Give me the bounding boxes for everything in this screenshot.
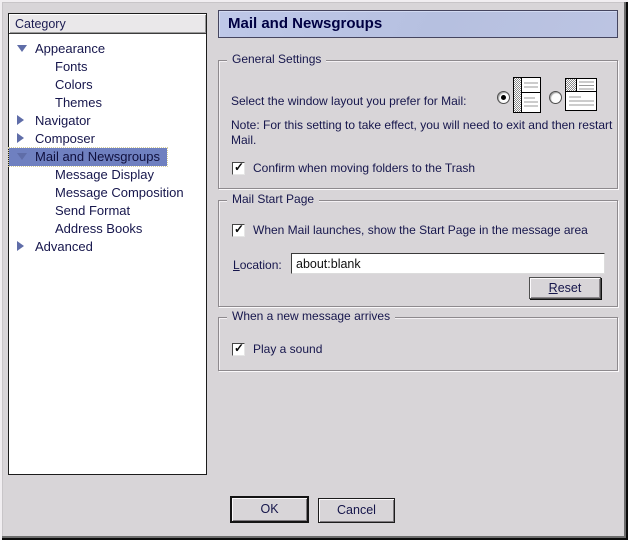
new-message-group: When a new message arrives ✓ Play a soun… (218, 317, 618, 371)
twisty-collapsed-icon[interactable] (17, 132, 29, 144)
category-panel: Category Appearance Fonts Colors Themes … (8, 13, 207, 475)
cancel-button[interactable]: Cancel (318, 498, 395, 523)
tree-item-message-composition[interactable]: Message Composition (9, 183, 206, 201)
tree-item-fonts[interactable]: Fonts (9, 57, 206, 75)
category-tree: Appearance Fonts Colors Themes Navigator… (9, 34, 206, 255)
horizontal-split-layout-icon[interactable] (565, 78, 597, 111)
tree-item-label: Message Display (55, 166, 154, 183)
tree-item-appearance[interactable]: Appearance (9, 39, 206, 57)
tree-item-address-books[interactable]: Address Books (9, 219, 206, 237)
show-start-page-label: When Mail launches, show the Start Page … (253, 223, 588, 237)
tree-item-label: Colors (55, 76, 93, 93)
layout-classic-radio[interactable] (549, 91, 562, 104)
vertical-split-layout-icon[interactable] (513, 77, 541, 113)
tree-item-send-format[interactable]: Send Format (9, 201, 206, 219)
play-sound-label: Play a sound (253, 342, 322, 356)
check-icon: ✓ (234, 222, 244, 236)
mail-start-page-legend: Mail Start Page (227, 192, 319, 207)
confirm-trash-label: Confirm when moving folders to the Trash (253, 161, 475, 175)
tree-item-advanced[interactable]: Advanced (9, 237, 206, 255)
new-message-legend: When a new message arrives (227, 309, 395, 324)
check-icon: ✓ (234, 160, 244, 174)
reset-button[interactable]: Reset (529, 277, 601, 299)
tree-item-label: Themes (55, 94, 102, 111)
tree-item-label: Address Books (55, 220, 142, 237)
page-title: Mail and Newsgroups (218, 10, 618, 38)
category-column-header: Category (9, 14, 206, 34)
tree-item-label: Message Composition (55, 184, 184, 201)
location-input[interactable] (291, 253, 605, 274)
tree-item-label: Advanced (35, 238, 93, 255)
play-sound-checkbox[interactable]: ✓ (232, 343, 245, 356)
tree-item-label: Composer (35, 130, 95, 147)
twisty-collapsed-icon[interactable] (17, 114, 29, 126)
mail-start-page-group: Mail Start Page ✓ When Mail launches, sh… (218, 200, 618, 307)
check-icon: ✓ (234, 341, 244, 355)
general-settings-legend: General Settings (227, 52, 326, 67)
tree-item-navigator[interactable]: Navigator (9, 111, 206, 129)
tree-item-composer[interactable]: Composer (9, 129, 206, 147)
tree-item-label: Navigator (35, 112, 91, 129)
general-settings-group: General Settings Select the window layou… (218, 60, 618, 189)
preferences-dialog: { "colors": { "window_bg": "#d8d5d8", "s… (0, 0, 628, 540)
tree-item-label: Send Format (55, 202, 130, 219)
window-layout-label: Select the window layout you prefer for … (231, 94, 466, 108)
tree-item-mail-and-newsgroups[interactable]: Mail and Newsgroups (9, 147, 206, 165)
tree-item-message-display[interactable]: Message Display (9, 165, 206, 183)
tree-item-themes[interactable]: Themes (9, 93, 206, 111)
ok-button[interactable]: OK (230, 496, 309, 523)
layout-vertical-radio[interactable] (497, 91, 510, 104)
twisty-expanded-icon[interactable] (17, 151, 29, 163)
tree-item-label: Fonts (55, 58, 88, 75)
tree-item-label: Mail and Newsgroups (35, 148, 160, 165)
restart-note: Note: For this setting to take effect, y… (231, 118, 619, 148)
show-start-page-checkbox[interactable]: ✓ (232, 224, 245, 237)
twisty-collapsed-icon[interactable] (17, 240, 29, 252)
twisty-expanded-icon[interactable] (17, 43, 29, 55)
tree-item-colors[interactable]: Colors (9, 75, 206, 93)
confirm-trash-checkbox[interactable]: ✓ (232, 162, 245, 175)
tree-item-label: Appearance (35, 40, 105, 57)
location-label: Location: (233, 258, 282, 272)
